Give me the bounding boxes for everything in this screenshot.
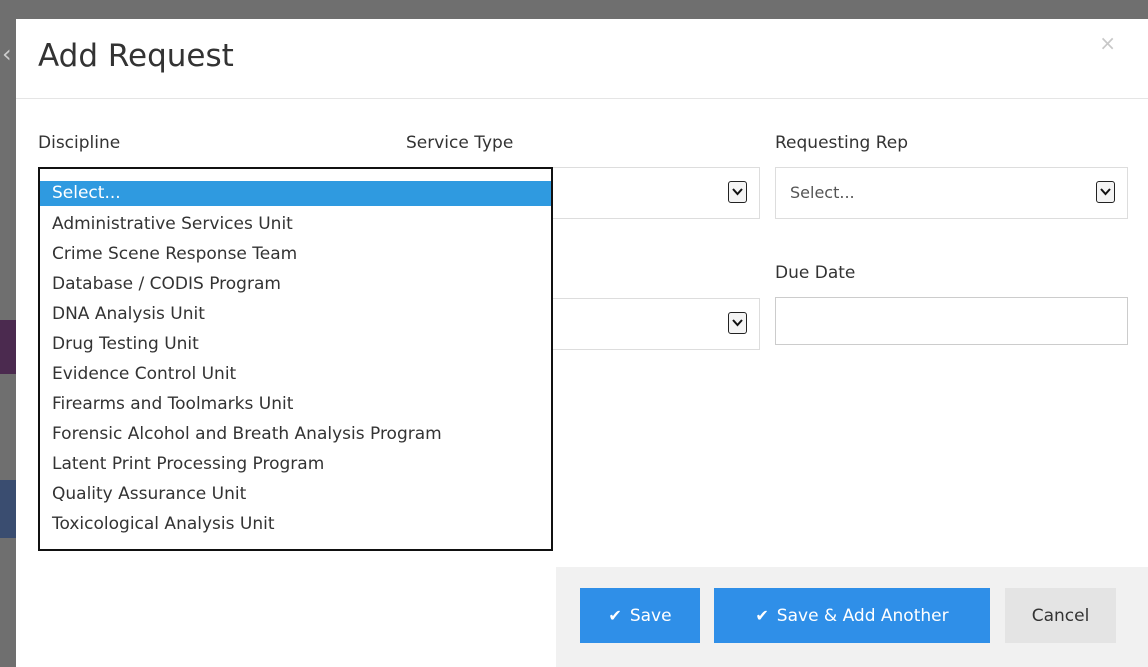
discipline-option[interactable]: Database / CODIS Program <box>40 269 551 299</box>
modal-footer: ✔ Save ✔ Save & Add Another Cancel <box>556 567 1148 667</box>
background-fragment: ‹ <box>2 40 12 68</box>
discipline-option[interactable]: Firearms and Toolmarks Unit <box>40 389 551 419</box>
save-and-add-another-button[interactable]: ✔ Save & Add Another <box>714 588 990 643</box>
modal-header: Add Request × <box>16 19 1148 99</box>
chevron-down-icon <box>728 181 747 203</box>
save-button[interactable]: ✔ Save <box>580 588 700 643</box>
discipline-option[interactable]: DNA Analysis Unit <box>40 299 551 329</box>
add-request-modal: Add Request × Discipline Service Type Re… <box>16 19 1148 667</box>
modal-title: Add Request <box>38 38 234 74</box>
discipline-option-selected[interactable]: Select... <box>40 181 551 206</box>
discipline-option[interactable]: Toxicological Analysis Unit <box>40 509 551 539</box>
due-date-input[interactable] <box>775 297 1128 345</box>
cancel-button-label: Cancel <box>1031 605 1090 626</box>
close-icon[interactable]: × <box>1099 33 1116 53</box>
check-icon: ✔ <box>755 606 769 625</box>
cancel-button[interactable]: Cancel <box>1005 588 1116 643</box>
discipline-option[interactable]: Forensic Alcohol and Breath Analysis Pro… <box>40 419 551 449</box>
chevron-down-icon <box>728 312 747 334</box>
discipline-option[interactable]: Quality Assurance Unit <box>40 479 551 509</box>
discipline-dropdown-list[interactable]: Select... Administrative Services Unit Cri… <box>38 167 553 551</box>
chevron-down-icon <box>1096 181 1115 203</box>
discipline-option[interactable]: Latent Print Processing Program <box>40 449 551 479</box>
save-and-add-another-label: Save & Add Another <box>776 605 949 626</box>
discipline-option[interactable]: Evidence Control Unit <box>40 359 551 389</box>
discipline-option[interactable]: Drug Testing Unit <box>40 329 551 359</box>
requesting-rep-label: Requesting Rep <box>775 133 909 153</box>
check-icon: ✔ <box>608 606 622 625</box>
requesting-rep-select[interactable]: Select... <box>775 167 1128 219</box>
service-type-label: Service Type <box>406 133 514 153</box>
requesting-rep-value: Select... <box>790 183 855 202</box>
discipline-option[interactable]: Administrative Services Unit <box>40 209 551 239</box>
due-date-label: Due Date <box>775 263 856 283</box>
discipline-label: Discipline <box>38 133 121 153</box>
save-button-label: Save <box>629 605 672 626</box>
discipline-option[interactable]: Crime Scene Response Team <box>40 239 551 269</box>
